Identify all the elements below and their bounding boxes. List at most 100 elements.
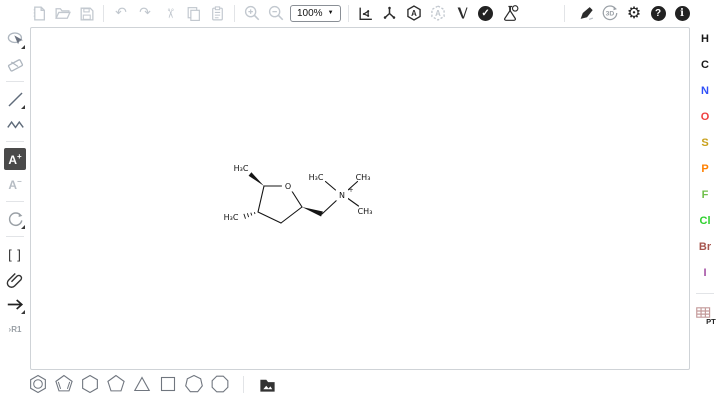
- svg-text:A: A: [411, 9, 417, 18]
- layout-button[interactable]: [356, 3, 376, 23]
- cyclooctane-icon: [210, 374, 230, 394]
- cyclohexane-template-button[interactable]: [80, 374, 100, 394]
- cyclobutane-icon: [158, 374, 178, 394]
- redo-button[interactable]: ↷: [135, 3, 155, 23]
- element-c-button[interactable]: C: [695, 56, 715, 73]
- reaction-arrow-tool[interactable]: [4, 293, 26, 315]
- element-cl-button[interactable]: Cl: [695, 212, 715, 229]
- element-i-button[interactable]: I: [695, 264, 715, 281]
- copy-icon: [185, 5, 202, 22]
- zoom-level-select[interactable]: 100% ▼: [290, 5, 341, 22]
- left-toolbar: A+ A− [ ] ›R1: [2, 28, 28, 340]
- paste-icon: [209, 5, 226, 22]
- cyclooctane-template-button[interactable]: [210, 374, 230, 394]
- rgroup-label-tool[interactable]: ›R1: [4, 318, 26, 340]
- atom-oxygen[interactable]: O: [285, 182, 291, 191]
- atom-methyl-c5[interactable]: H₃C: [234, 164, 249, 173]
- lasso-selection-tool[interactable]: [4, 28, 26, 50]
- separator: [696, 293, 714, 294]
- separator: [6, 201, 24, 202]
- cut-button[interactable]: ✂: [159, 3, 179, 23]
- file-group: [28, 3, 96, 23]
- atom-nitrogen[interactable]: N: [339, 191, 345, 200]
- clean-up-button[interactable]: [380, 3, 400, 23]
- bond-ch2-n[interactable]: [322, 200, 338, 215]
- system-group: 3D ⚙ ? i: [557, 3, 692, 23]
- attach-tool[interactable]: [4, 268, 26, 290]
- sgroup-bracket-tool[interactable]: [ ]: [4, 243, 26, 265]
- svg-text:A: A: [435, 9, 441, 18]
- separator: [348, 5, 349, 22]
- about-button[interactable]: i: [672, 3, 692, 23]
- check-structure-icon: ✓: [478, 6, 493, 21]
- rotate-tool[interactable]: [4, 208, 26, 230]
- cyclopentadiene-template-button[interactable]: [54, 374, 74, 394]
- element-o-button[interactable]: O: [695, 108, 715, 125]
- help-icon: ?: [651, 6, 666, 21]
- brackets-icon: [ ]: [8, 247, 22, 262]
- atom-n-methyl-bottom[interactable]: CH₃: [358, 207, 373, 216]
- dearomatize-button[interactable]: A: [428, 3, 448, 23]
- recognize-button[interactable]: [576, 3, 596, 23]
- charge-plus-tool[interactable]: A+: [4, 148, 26, 170]
- cyclobutane-template-button[interactable]: [158, 374, 178, 394]
- dropdown-corner: [21, 105, 25, 109]
- periodic-table-button[interactable]: PT: [695, 306, 716, 329]
- template-toolbar: [28, 371, 277, 397]
- chain-tool[interactable]: [4, 113, 26, 135]
- wedge-bond-c2-ch2[interactable]: [302, 207, 323, 217]
- element-s-button[interactable]: S: [695, 134, 715, 151]
- drawing-canvas[interactable]: O N + H₃C H₃C H₃C CH₃ CH₃: [30, 27, 690, 370]
- undo-button[interactable]: ↶: [111, 3, 131, 23]
- element-br-button[interactable]: Br: [695, 238, 715, 255]
- element-f-button[interactable]: F: [695, 186, 715, 203]
- 3d-viewer-icon: 3D: [601, 4, 619, 22]
- bond-n-me-bottom[interactable]: [348, 199, 359, 207]
- zoom-out-button[interactable]: [266, 3, 286, 23]
- erase-tool[interactable]: [4, 53, 26, 75]
- separator: [6, 141, 24, 142]
- help-button[interactable]: ?: [648, 3, 668, 23]
- bond-c5-c4[interactable]: [258, 186, 264, 212]
- open-file-button[interactable]: [52, 3, 72, 23]
- cyclopropane-template-button[interactable]: [132, 374, 152, 394]
- atom-n-methyl-left[interactable]: H₃C: [309, 173, 324, 182]
- separator: [6, 81, 24, 82]
- molecule[interactable]: O N + H₃C H₃C H₃C CH₃ CH₃: [31, 28, 689, 369]
- benzene-icon: [28, 374, 48, 394]
- aromatize-button[interactable]: A: [404, 3, 424, 23]
- wedge-bond-c5-methyl[interactable]: [249, 172, 264, 186]
- settings-button[interactable]: ⚙: [624, 3, 644, 23]
- element-h-button[interactable]: H: [695, 30, 715, 47]
- bond-n-me-left[interactable]: [326, 182, 336, 191]
- calculate-cip-button[interactable]: [452, 3, 472, 23]
- bond-c4-c3[interactable]: [258, 212, 281, 223]
- bond-c3-c2[interactable]: [281, 207, 302, 223]
- 3d-viewer-button[interactable]: 3D: [600, 3, 620, 23]
- element-n-button[interactable]: N: [695, 82, 715, 99]
- hash-bond-c4-methyl[interactable]: [244, 212, 255, 219]
- atom-methyl-c4[interactable]: H₃C: [224, 213, 239, 222]
- check-structure-button[interactable]: ✓: [476, 3, 496, 23]
- zoom-in-button[interactable]: [242, 3, 262, 23]
- element-p-button[interactable]: P: [695, 160, 715, 177]
- new-document-button[interactable]: [28, 3, 48, 23]
- cyclopentane-template-button[interactable]: [106, 374, 126, 394]
- structure-tools-group: A A ✓: [356, 3, 520, 23]
- gear-icon: ⚙: [627, 5, 641, 21]
- bond-o-c2[interactable]: [292, 191, 303, 208]
- top-toolbar: ↶ ↷ ✂: [0, 0, 720, 26]
- save-button[interactable]: [76, 3, 96, 23]
- charge-minus-tool[interactable]: A−: [4, 173, 26, 195]
- single-bond-tool[interactable]: [4, 88, 26, 110]
- recognize-icon: [578, 5, 595, 22]
- copy-button[interactable]: [183, 3, 203, 23]
- structure-library-button[interactable]: [257, 374, 277, 394]
- atom-n-methyl-top[interactable]: CH₃: [356, 173, 371, 182]
- benzene-template-button[interactable]: [28, 374, 48, 394]
- cycloheptane-template-button[interactable]: [184, 374, 204, 394]
- calculated-values-button[interactable]: [500, 3, 520, 23]
- paste-button[interactable]: [207, 3, 227, 23]
- dropdown-corner: [21, 225, 25, 229]
- redo-icon: ↷: [139, 6, 151, 20]
